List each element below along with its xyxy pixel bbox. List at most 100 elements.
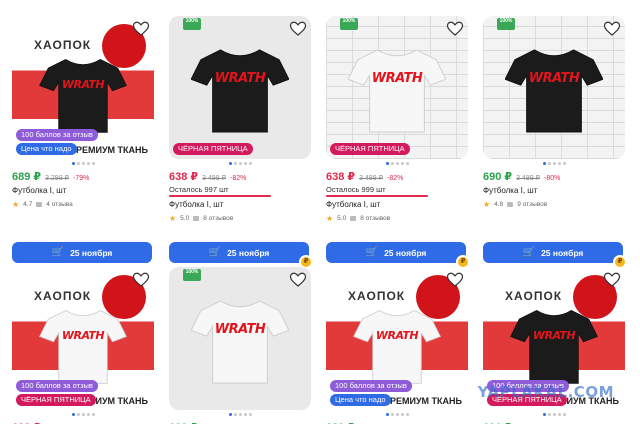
favorite-heart-icon[interactable]	[289, 20, 307, 38]
promo-brand-text: ХАОПОК	[34, 38, 92, 52]
product-title[interactable]: Футболка I, шт	[12, 186, 154, 195]
product-card[interactable]: ХАОПОК ПРЕМИУМ ТКАНЬ WRATH 100 баллов за…	[326, 267, 468, 424]
image-pagination-dots[interactable]	[12, 413, 154, 417]
favorite-heart-icon[interactable]	[132, 271, 150, 289]
current-price: 638 ₽	[326, 171, 356, 183]
badge-friday: ЧЁРНАЯ ПЯТНИЦА	[330, 143, 410, 155]
badge-cheap: Цена что надо	[16, 143, 77, 155]
image-pagination-dots[interactable]	[169, 162, 311, 166]
star-icon: ★	[326, 214, 334, 223]
product-card[interactable]: ХАОПОК ПРЕМИУМ ТКАНЬ WRATH 100 баллов за…	[12, 16, 154, 263]
tshirt-image[interactable]: WRATH	[191, 46, 289, 134]
print-text: WRATH	[61, 78, 105, 91]
tshirt-image[interactable]: WRATH	[348, 46, 446, 134]
delivery-date: 25 ноября	[541, 247, 584, 258]
cart-icon: 🛒	[51, 247, 65, 258]
tshirt-image[interactable]: WRATH	[39, 56, 127, 134]
tshirt-image[interactable]: WRATH	[505, 46, 603, 134]
reviews-icon	[36, 202, 43, 207]
add-to-cart-button[interactable]: 🛒 25 ноября	[326, 242, 466, 263]
print-text: WRATH	[214, 322, 266, 337]
star-icon: ★	[12, 200, 20, 209]
product-card[interactable]: ХАОПОК ПРЕМИУМ ТКАНЬ WRATH 100 баллов за…	[12, 267, 154, 424]
favorite-heart-icon[interactable]	[446, 271, 464, 289]
stock-bar	[169, 195, 271, 197]
delivery-date: 25 ноября	[70, 247, 113, 258]
image-pagination-dots[interactable]	[326, 162, 468, 166]
add-to-cart-button[interactable]: 🛒 25 ноября	[12, 242, 152, 263]
delivery-date: 25 ноября	[384, 247, 427, 258]
tshirt-image[interactable]: WRATH	[510, 307, 598, 385]
eco-cotton-icon: 100%	[340, 18, 358, 30]
promo-brand-text: ХАОПОК	[505, 289, 563, 303]
image-pagination-dots[interactable]	[169, 413, 311, 417]
promo-brand-text: ХАОПОК	[34, 289, 92, 303]
current-price: 690 ₽	[483, 171, 513, 183]
product-card[interactable]: 100% WRATH ЧЁРНАЯ ПЯТНИЦА 638 ₽ 3 499 ₽ …	[169, 16, 313, 269]
old-price: 3 499 ₽	[516, 175, 540, 182]
stock-left: Осталось 997 шт	[169, 185, 229, 194]
favorite-heart-icon[interactable]	[289, 271, 307, 289]
image-pagination-dots[interactable]	[12, 162, 154, 166]
current-price: 638 ₽	[169, 171, 199, 183]
discount: -82%	[387, 175, 404, 182]
product-image[interactable]: 100% WRATH ЧЁРНАЯ ПЯТНИЦА	[326, 16, 468, 159]
print-text: WRATH	[532, 329, 576, 342]
reviews-count: 4 отзыва	[46, 201, 73, 208]
current-price: 689 ₽	[12, 171, 42, 183]
reviews-count: 9 отзывов	[517, 201, 548, 208]
product-card[interactable]: 100% WRATH 690 ₽ 3 499 ₽ -80% Футболка I…	[483, 16, 627, 269]
discount: -82%	[230, 175, 247, 182]
print-text: WRATH	[371, 71, 423, 86]
tshirt-image[interactable]: WRATH	[353, 307, 441, 385]
rating-row[interactable]: ★ 4.8 9 отзывов	[483, 200, 625, 209]
rating-value: 4.8	[494, 201, 504, 208]
cart-icon: 🛒	[365, 247, 379, 258]
reviews-icon	[507, 202, 514, 207]
image-pagination-dots[interactable]	[483, 162, 625, 166]
stock-bar	[326, 195, 428, 197]
cart-icon: 🛒	[208, 247, 222, 258]
discount: -80%	[544, 175, 561, 182]
reviews-count: 8 отзывов	[203, 215, 234, 222]
reviews-count: 8 отзывов	[360, 215, 391, 222]
product-title[interactable]: Футболка I, шт	[326, 200, 468, 209]
product-image[interactable]: 100% WRATH ЧЁРНАЯ ПЯТНИЦА	[169, 16, 311, 159]
old-price: 3 499 ₽	[359, 175, 383, 182]
image-pagination-dots[interactable]	[483, 413, 625, 417]
tshirt-image[interactable]: WRATH	[39, 307, 127, 385]
image-pagination-dots[interactable]	[326, 413, 468, 417]
product-title[interactable]: Футболка I, шт	[169, 200, 311, 209]
reviews-icon	[350, 216, 357, 221]
old-price: 3 499 ₽	[202, 175, 226, 182]
print-text: WRATH	[528, 71, 580, 86]
favorite-heart-icon[interactable]	[603, 271, 621, 289]
add-to-cart-button[interactable]: 🛒 25 ноября	[483, 242, 623, 263]
old-price: 3 299 ₽	[45, 175, 69, 182]
rating-value: 4.7	[23, 201, 33, 208]
eco-cotton-icon: 100%	[497, 18, 515, 30]
product-card[interactable]: 100% WRATH 690 ₽ 3 499 ₽ -80%	[169, 267, 311, 424]
product-title[interactable]: Футболка I, шт	[483, 186, 625, 195]
tshirt-image[interactable]: WRATH	[191, 297, 289, 385]
eco-cotton-icon: 100%	[183, 18, 201, 30]
price-row: 638 ₽ 3 499 ₽ -82%	[326, 170, 468, 183]
product-image[interactable]: ХАОПОК ПРЕМИУМ ТКАНЬ WRATH 100 баллов за…	[12, 267, 154, 410]
product-image[interactable]: 100% WRATH	[169, 267, 311, 410]
eco-cotton-icon: 100%	[183, 269, 201, 281]
rating-row[interactable]: ★ 5.0 8 отзывов	[326, 214, 468, 223]
product-image[interactable]: ХАОПОК ПРЕМИУМ ТКАНЬ WRATH 100 баллов за…	[326, 267, 468, 410]
product-image[interactable]: 100% WRATH	[483, 16, 625, 159]
badge-friday: ЧЁРНАЯ ПЯТНИЦА	[173, 143, 253, 155]
add-to-cart-button[interactable]: 🛒 25 ноября	[169, 242, 309, 263]
rating-row[interactable]: ★ 4.7 4 отзыва	[12, 200, 154, 209]
watermark: YAPLAKAL.COM	[477, 383, 614, 401]
favorite-heart-icon[interactable]	[132, 20, 150, 38]
stock-left: Осталось 999 шт	[326, 185, 386, 194]
rating-row[interactable]: ★ 5.0 8 отзывов	[169, 214, 311, 223]
product-image[interactable]: ХАОПОК ПРЕМИУМ ТКАНЬ WRATH 100 баллов за…	[12, 16, 154, 159]
product-card[interactable]: 100% WRATH ЧЁРНАЯ ПЯТНИЦА 638 ₽ 3 499 ₽ …	[326, 16, 470, 269]
premium-fabric-label: ПРЕМИУМ ТКАНЬ	[69, 145, 149, 155]
favorite-heart-icon[interactable]	[446, 20, 464, 38]
favorite-heart-icon[interactable]	[603, 20, 621, 38]
